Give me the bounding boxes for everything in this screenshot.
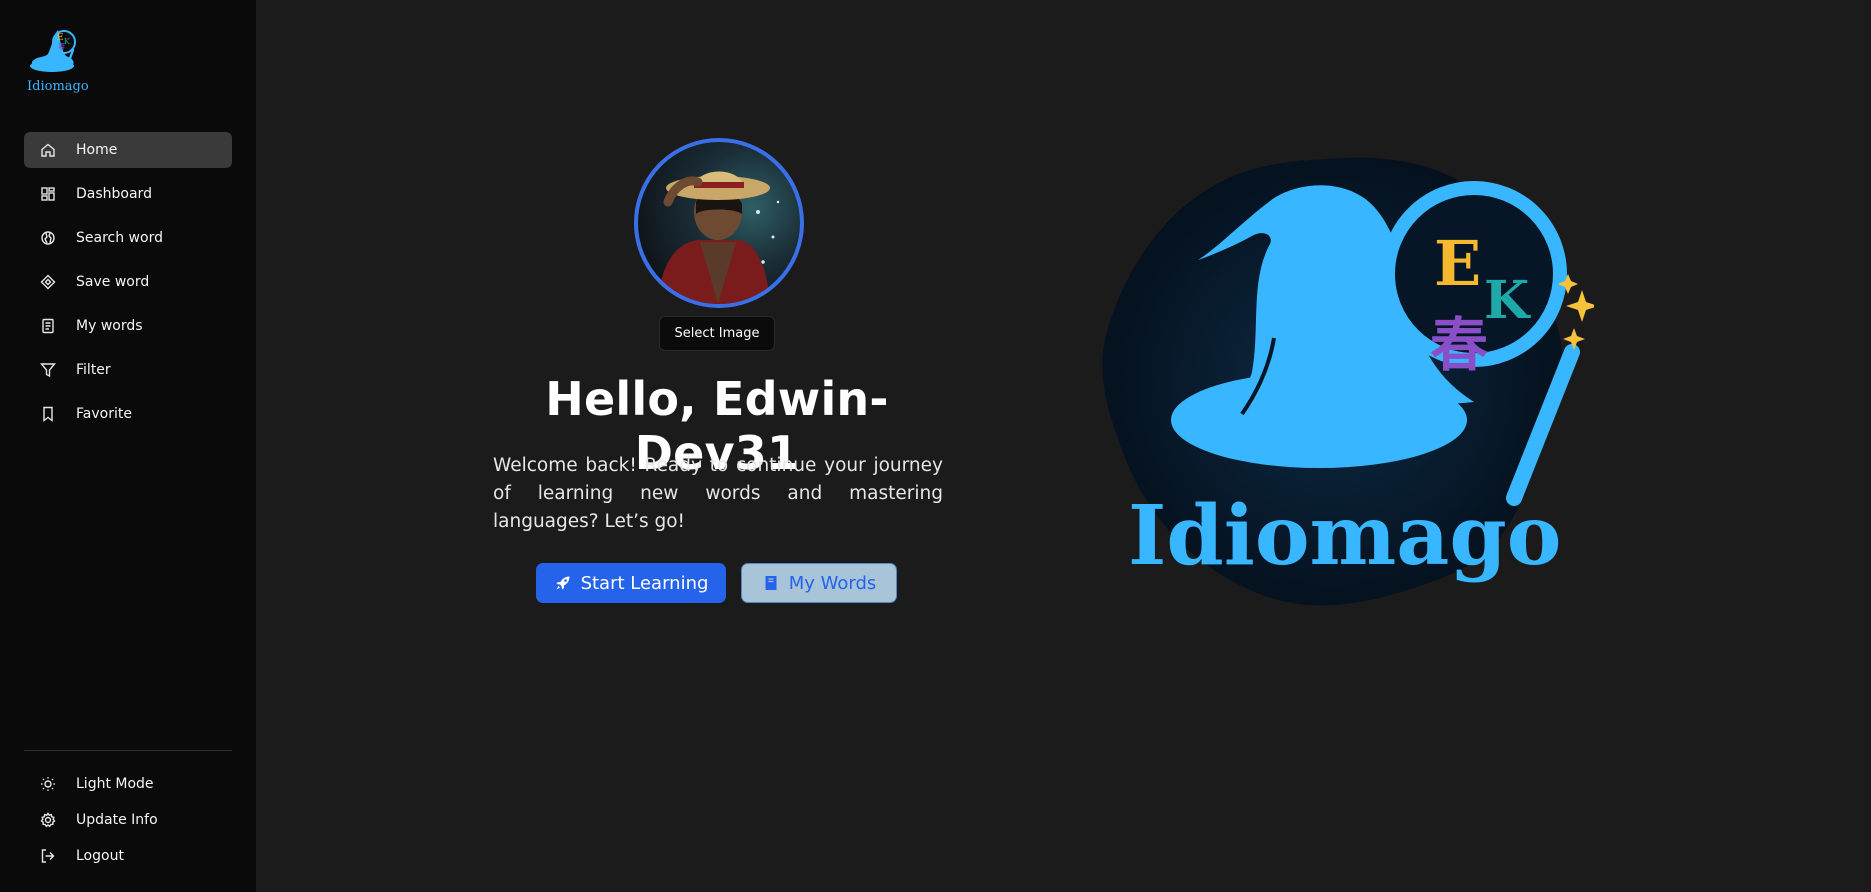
my-words-button[interactable]: My Words (741, 563, 897, 603)
logout-label: Logout (76, 848, 124, 864)
sidebar-item-home[interactable]: Home (24, 132, 232, 168)
sidebar-item-label: Favorite (76, 406, 132, 422)
main-content: Select Image Hello, Edwin-Dev31 Welcome … (256, 0, 1871, 892)
bookmark-icon (40, 406, 56, 422)
profile-avatar (634, 138, 804, 308)
sidebar-item-label: Save word (76, 274, 150, 290)
start-learning-label: Start Learning (580, 572, 709, 594)
welcome-message: Welcome back! Ready to continue your jou… (493, 455, 943, 532)
app-logo[interactable]: E K 春 Idiomago (26, 26, 102, 96)
document-icon (40, 318, 56, 334)
rocket-icon (554, 574, 572, 592)
sidebar-item-label: Filter (76, 362, 111, 378)
light-mode-toggle[interactable]: Light Mode (24, 766, 232, 802)
sidebar-divider (24, 750, 232, 751)
svg-text:E: E (1434, 227, 1481, 300)
app-root: E K 春 Idiomago Home Dashboard Search wor… (0, 0, 1871, 892)
update-info-button[interactable]: Update Info (24, 802, 232, 838)
sidebar-item-label: Home (76, 142, 118, 158)
sidebar: E K 春 Idiomago Home Dashboard Search wor… (0, 0, 256, 892)
idiomago-hero-logo: E K 春 Idiomago (1074, 150, 1598, 630)
book-icon (762, 574, 780, 592)
globe-icon (40, 230, 56, 246)
sidebar-bottom-nav: Light Mode Update Info Logout (24, 766, 232, 874)
sidebar-nav: Home Dashboard Search word Save word My … (24, 132, 232, 440)
sidebar-item-my-words[interactable]: My words (24, 308, 232, 344)
sidebar-item-label: My words (76, 318, 143, 334)
svg-text:K: K (64, 37, 71, 46)
light-mode-label: Light Mode (76, 776, 154, 792)
start-learning-button[interactable]: Start Learning (536, 563, 726, 603)
logout-button[interactable]: Logout (24, 838, 232, 874)
sidebar-item-dashboard[interactable]: Dashboard (24, 176, 232, 212)
gear-icon (40, 812, 56, 828)
logout-icon (40, 848, 56, 864)
svg-text:Idiomago: Idiomago (27, 79, 89, 94)
select-image-button[interactable]: Select Image (659, 316, 775, 351)
my-words-label: My Words (788, 572, 877, 594)
svg-text:K: K (1484, 270, 1531, 331)
diamond-icon (40, 274, 56, 290)
sidebar-item-favorite[interactable]: Favorite (24, 396, 232, 432)
home-icon (40, 142, 56, 158)
sidebar-item-filter[interactable]: Filter (24, 352, 232, 388)
dashboard-icon (40, 186, 56, 202)
update-info-label: Update Info (76, 812, 158, 828)
svg-text:春: 春 (58, 42, 65, 51)
svg-text:Idiomago: Idiomago (1128, 488, 1561, 584)
svg-text:春: 春 (1430, 311, 1488, 379)
sidebar-item-save-word[interactable]: Save word (24, 264, 232, 300)
sidebar-item-search-word[interactable]: Search word (24, 220, 232, 256)
filter-icon (40, 362, 56, 378)
sidebar-item-label: Search word (76, 230, 163, 246)
svg-text:E: E (57, 33, 64, 43)
sidebar-item-label: Dashboard (76, 186, 152, 202)
sun-icon (40, 776, 56, 792)
